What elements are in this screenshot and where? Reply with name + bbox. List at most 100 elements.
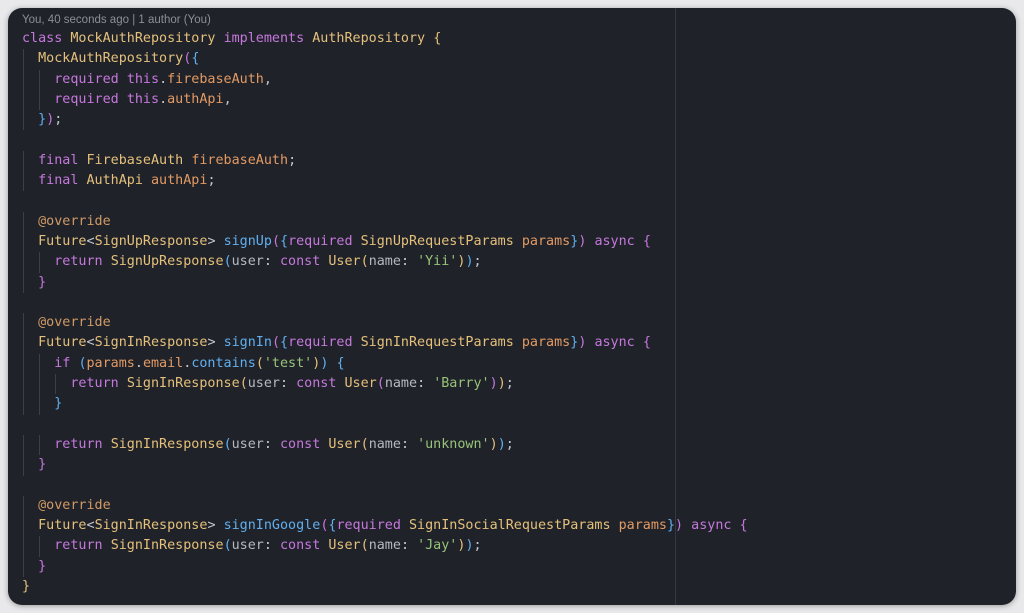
code-token: signInGoogle — [223, 518, 321, 534]
code-token: const — [280, 436, 329, 452]
code-token: signIn — [223, 335, 272, 351]
code-line[interactable]: Future<SignInResponse> signInGoogle({req… — [22, 516, 748, 537]
code-token: ) — [675, 518, 692, 534]
code-line[interactable]: @override — [22, 313, 748, 334]
indent-guide — [55, 374, 57, 395]
code-token: SignInSocialRequestParams — [409, 518, 619, 534]
code-token: 'Yii' — [417, 254, 458, 270]
indent-guide — [23, 49, 24, 70]
code-token: async — [691, 518, 740, 534]
code-line[interactable] — [22, 415, 748, 435]
code-token: name — [368, 254, 401, 270]
code-line[interactable] — [22, 130, 748, 150]
code-token: name — [384, 376, 418, 392]
indent-guide — [39, 394, 41, 415]
code-token: user — [231, 436, 264, 452]
code-token: : — [263, 254, 280, 270]
code-token: < — [86, 335, 95, 351]
code-token: , — [263, 71, 272, 87]
code-token: 'unknown' — [417, 436, 490, 452]
code-token: : — [263, 436, 280, 452]
code-line[interactable]: final FirebaseAuth firebaseAuth; — [22, 150, 748, 172]
code-token: { — [642, 233, 651, 249]
indent-guide — [23, 171, 24, 192]
indent-guide — [39, 69, 41, 90]
indent-guide — [23, 353, 24, 375]
code-token: ( — [271, 233, 280, 249]
code-line[interactable]: Future<SignInResponse> signIn({required … — [22, 333, 748, 354]
code-token: { — [280, 335, 289, 351]
code-token: this — [126, 91, 160, 107]
code-token: authApi — [167, 91, 224, 107]
indent-guide — [23, 495, 24, 517]
code-line[interactable]: } — [22, 394, 748, 415]
code-line[interactable]: @override — [22, 495, 748, 517]
code-token: params — [618, 518, 667, 534]
indent-guide — [23, 536, 24, 557]
code-token: > — [207, 233, 224, 249]
code-token: 'test' — [263, 355, 313, 371]
code-token: ( — [360, 538, 369, 554]
code-token: } — [38, 274, 47, 290]
code-token: ) — [578, 335, 595, 351]
code-line[interactable] — [22, 191, 748, 211]
code-token: < — [86, 518, 95, 534]
code-token: name — [368, 538, 401, 554]
code-token: ( — [223, 538, 232, 554]
code-token: ; — [505, 376, 514, 392]
code-line[interactable]: @override — [22, 211, 748, 232]
code-token: } — [22, 579, 31, 595]
code-token: MockAuthRepository — [70, 31, 224, 46]
code-token: < — [86, 233, 95, 249]
code-line[interactable]: return SignUpResponse(user: const User(n… — [22, 252, 748, 273]
code-token: async — [594, 335, 643, 351]
code-line[interactable]: } — [22, 556, 748, 578]
code-line[interactable]: if (params.email.contains('test')) { — [22, 353, 748, 375]
code-token: ; — [288, 152, 297, 168]
code-line[interactable]: } — [22, 272, 748, 293]
code-view[interactable]: class MockAuthRepository implements Auth… — [22, 29, 748, 597]
code-token: class — [22, 31, 71, 46]
code-line[interactable]: return SignInResponse(user: const User(n… — [22, 536, 748, 557]
code-token: SignInResponse — [110, 538, 224, 554]
code-line[interactable]: MockAuthRepository({ — [22, 49, 748, 70]
code-token: if — [54, 355, 79, 371]
code-token: ; — [207, 173, 216, 189]
code-token: > — [207, 518, 224, 534]
code-token: required — [336, 518, 409, 534]
code-line[interactable]: return SignInResponse(user: const User(n… — [22, 374, 748, 395]
code-token: ( — [376, 376, 385, 392]
code-line[interactable]: return SignInResponse(user: const User(n… — [22, 434, 748, 456]
code-line[interactable]: } — [22, 577, 748, 597]
code-line[interactable]: }); — [22, 110, 748, 131]
code-line[interactable]: Future<SignUpResponse> signUp({required … — [22, 231, 748, 253]
code-token: : — [280, 376, 297, 392]
code-line[interactable]: required this.firebaseAuth, — [22, 69, 748, 90]
indent-guide — [39, 374, 41, 395]
code-token: . — [159, 71, 168, 87]
code-token: ( — [78, 355, 87, 371]
code-line[interactable]: } — [22, 455, 748, 476]
indent-guide — [23, 313, 24, 334]
code-line[interactable]: final AuthApi authApi; — [22, 171, 748, 192]
indent-guide — [23, 69, 24, 90]
code-token: . — [134, 355, 143, 371]
code-line[interactable]: class MockAuthRepository implements Auth… — [22, 29, 748, 49]
code-token: } — [38, 558, 47, 574]
code-token: SignUpResponse — [94, 233, 208, 249]
code-token: @override — [38, 213, 111, 229]
indent-guide — [23, 150, 24, 172]
code-line[interactable] — [22, 293, 748, 313]
code-token: contains — [191, 355, 256, 371]
code-line[interactable]: required this.authApi, — [22, 89, 748, 111]
code-token: Future — [38, 233, 87, 249]
code-token: { — [642, 335, 651, 351]
code-token: ( — [223, 436, 232, 452]
code-token: User — [328, 254, 361, 270]
code-token: const — [280, 254, 329, 270]
code-token: AuthRepository — [312, 31, 434, 46]
code-token: SignInRequestParams — [360, 335, 522, 351]
code-line[interactable] — [22, 476, 748, 496]
code-token: SignUpResponse — [110, 254, 224, 270]
code-token: SignUpRequestParams — [360, 233, 522, 249]
